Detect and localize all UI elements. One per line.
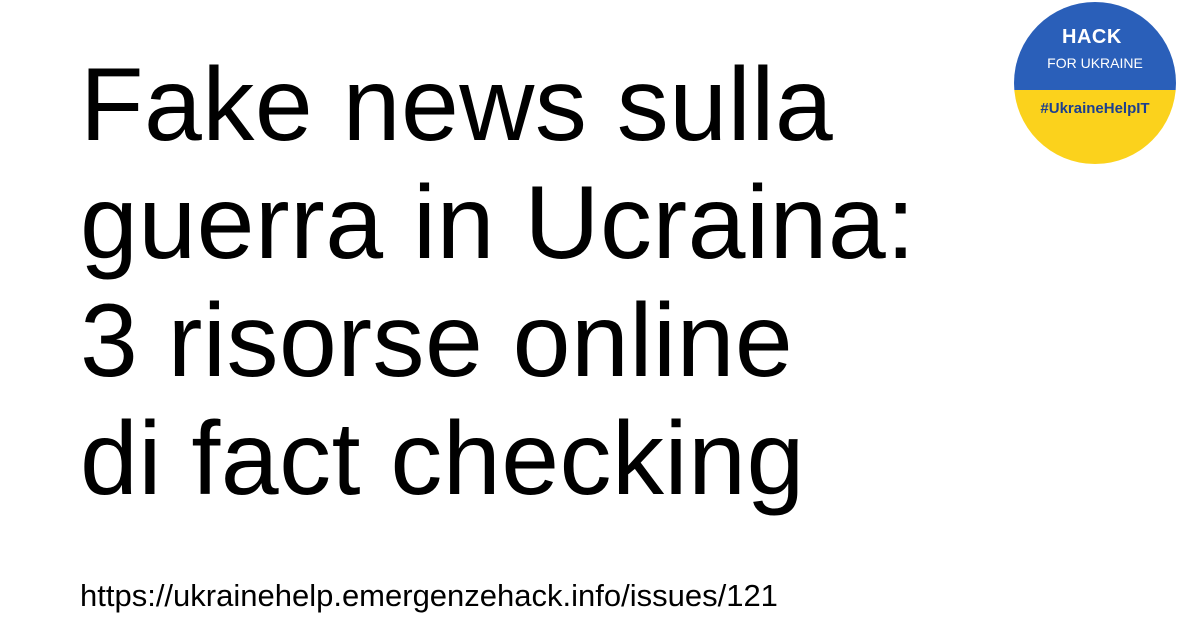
logo-hack-text: HACK (1062, 26, 1122, 48)
logo-hashtag: #UkraineHelpIT (1040, 100, 1150, 117)
title-line-4: di fact checking (80, 401, 805, 517)
logo-for-ukraine-text: FOR UKRAINE (1047, 55, 1143, 71)
hack-for-ukraine-logo: HACK FOR UKRAINE #UkraineHelpIT (1014, 2, 1176, 164)
title-line-1: Fake news sulla (80, 47, 834, 163)
source-url: https://ukrainehelp.emergenzehack.info/i… (80, 578, 778, 613)
title-line-2: guerra in Ucraina: (80, 165, 916, 281)
page-title: Fake news sulla guerra in Ucraina: 3 ris… (80, 46, 1040, 518)
title-line-3: 3 risorse online (80, 283, 794, 399)
